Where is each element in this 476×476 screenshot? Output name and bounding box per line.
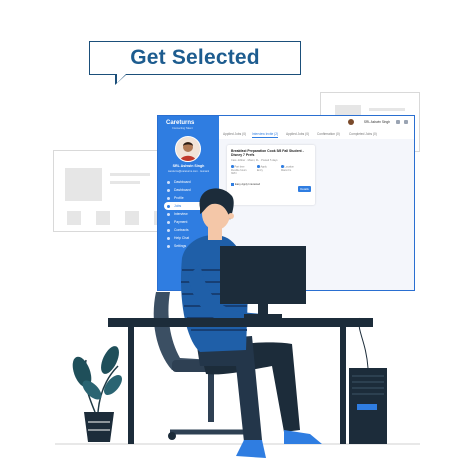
potted-plant-icon — [72, 346, 122, 442]
person-at-desk-illustration — [55, 188, 420, 458]
pc-tower-icon — [349, 317, 387, 444]
illustration-canvas: Get Selected Careturns Connecting Talent… — [0, 0, 476, 476]
